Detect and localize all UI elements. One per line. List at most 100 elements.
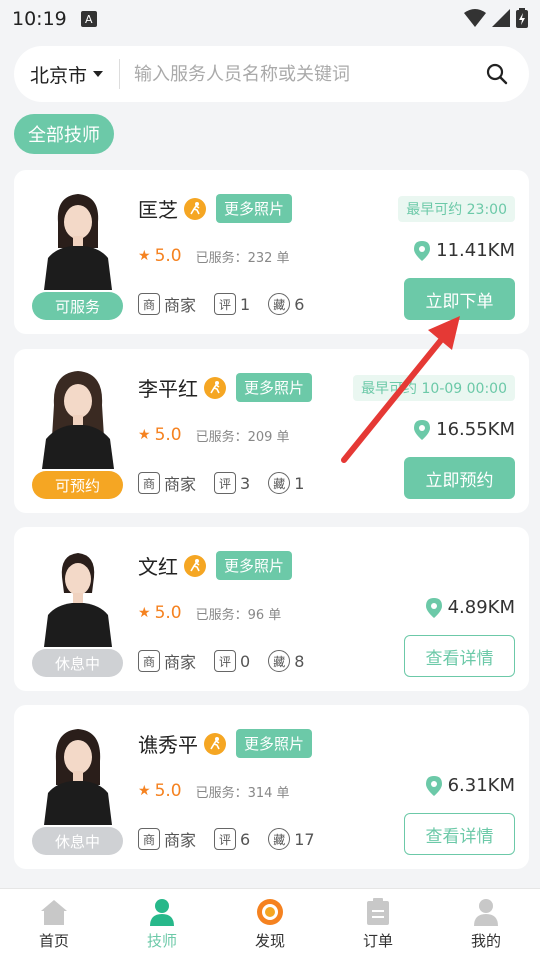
search-icon[interactable] bbox=[481, 58, 513, 90]
distance-value: 11.41KM bbox=[436, 240, 515, 261]
served-count: 已服务：96 单 bbox=[195, 607, 282, 623]
star-icon: ★ bbox=[138, 783, 151, 799]
star-icon: ★ bbox=[138, 427, 151, 443]
tab-technician[interactable]: 技师 bbox=[108, 889, 216, 960]
technician-avatar bbox=[36, 543, 120, 647]
status-time: 10:19 bbox=[12, 8, 67, 30]
status-icons bbox=[464, 8, 528, 28]
favorite-icon: 藏 bbox=[268, 828, 291, 850]
status-badge: 可服务 bbox=[32, 292, 123, 320]
review-icon: 评 bbox=[214, 828, 237, 850]
technician-card[interactable]: 休息中 谯秀平 更多照片 ★ 5.0 已服务：314 单 商 商家 评 6 藏 … bbox=[14, 705, 529, 869]
technician-name: 匡芝 bbox=[138, 198, 178, 222]
meta-row: 商 商家 评 6 藏 17 bbox=[138, 827, 315, 851]
earliest-available: 最早可约 10-09 00:00 bbox=[353, 375, 515, 401]
review-count: 3 bbox=[240, 473, 251, 493]
search-input[interactable] bbox=[134, 63, 481, 85]
tab-label: 首页 bbox=[38, 932, 69, 950]
search-bar: 北京市 bbox=[14, 46, 529, 102]
rating-value: 5.0 bbox=[154, 603, 182, 623]
orders-icon bbox=[367, 898, 389, 925]
signal-icon bbox=[492, 9, 510, 27]
bottom-tab-bar: 首页 技师 发现 订单 我的 bbox=[0, 888, 540, 960]
name-row: 谯秀平 更多照片 bbox=[138, 729, 313, 758]
review-icon: 评 bbox=[214, 472, 237, 494]
more-photos-button[interactable]: 更多照片 bbox=[236, 729, 313, 758]
favorite-count: 1 bbox=[294, 473, 305, 493]
merchant-icon: 商 bbox=[138, 472, 160, 494]
distance: 11.41KM bbox=[414, 240, 515, 261]
meta-row: 商 商家 评 3 藏 1 bbox=[138, 471, 304, 495]
status-badge: 休息中 bbox=[32, 649, 123, 677]
technician-card[interactable]: 可预约 李平红 更多照片 ★ 5.0 已服务：209 单 商 商家 评 3 藏 … bbox=[14, 349, 529, 513]
tab-orders[interactable]: 订单 bbox=[324, 889, 432, 960]
location-pin-icon bbox=[414, 240, 431, 261]
rating-row: ★ 5.0 已服务：209 单 bbox=[138, 425, 290, 445]
order-now-button[interactable]: 立即下单 bbox=[404, 278, 515, 320]
rating-value: 5.0 bbox=[154, 425, 182, 445]
location-pin-icon bbox=[414, 419, 431, 440]
merchant-icon: 商 bbox=[138, 650, 160, 672]
tab-label: 订单 bbox=[362, 932, 393, 950]
location-pin-icon bbox=[425, 775, 442, 796]
view-details-button[interactable]: 查看详情 bbox=[404, 813, 515, 855]
favorite-count: 8 bbox=[294, 651, 305, 671]
discover-icon bbox=[257, 899, 283, 925]
technician-name: 谯秀平 bbox=[138, 733, 198, 757]
tab-home[interactable]: 首页 bbox=[0, 889, 108, 960]
tab-discover[interactable]: 发现 bbox=[216, 889, 324, 960]
meta-row: 商 商家 评 0 藏 8 bbox=[138, 649, 304, 673]
caret-down-icon bbox=[93, 71, 104, 77]
more-photos-button[interactable]: 更多照片 bbox=[236, 373, 313, 402]
technician-name: 文红 bbox=[138, 555, 178, 579]
more-photos-button[interactable]: 更多照片 bbox=[216, 551, 293, 580]
profile-icon bbox=[474, 899, 498, 926]
technician-card[interactable]: 休息中 文红 更多照片 ★ 5.0 已服务：96 单 商 商家 评 0 藏 8 … bbox=[14, 527, 529, 691]
technician-icon bbox=[150, 899, 174, 926]
review-count: 6 bbox=[240, 829, 251, 849]
filter-all-technicians[interactable]: 全部技师 bbox=[14, 114, 114, 154]
tab-profile[interactable]: 我的 bbox=[432, 889, 540, 960]
technician-avatar bbox=[36, 186, 120, 290]
tab-label: 我的 bbox=[470, 932, 501, 950]
distance-value: 6.31KM bbox=[447, 775, 515, 796]
status-badge: 休息中 bbox=[32, 827, 123, 855]
name-row: 李平红 更多照片 bbox=[138, 373, 313, 402]
distance: 4.89KM bbox=[425, 597, 515, 618]
running-icon bbox=[204, 376, 226, 399]
technician-avatar bbox=[36, 365, 120, 469]
running-icon bbox=[184, 554, 206, 577]
merchant-label: 商家 bbox=[164, 296, 197, 315]
city-selector[interactable]: 北京市 bbox=[30, 59, 121, 89]
star-icon: ★ bbox=[138, 605, 151, 621]
technician-card[interactable]: 可服务 匡芝 更多照片 ★ 5.0 已服务：232 单 商 商家 评 1 藏 6… bbox=[14, 170, 529, 334]
status-badge: 可预约 bbox=[32, 471, 123, 499]
tab-label: 发现 bbox=[254, 932, 285, 950]
distance: 6.31KM bbox=[425, 775, 515, 796]
merchant-icon: 商 bbox=[138, 293, 160, 315]
location-pin-icon bbox=[425, 597, 442, 618]
star-icon: ★ bbox=[138, 248, 151, 264]
technician-avatar bbox=[36, 721, 120, 825]
distance-value: 4.89KM bbox=[447, 597, 515, 618]
review-icon: 评 bbox=[214, 293, 237, 315]
rating-row: ★ 5.0 已服务：232 单 bbox=[138, 246, 290, 266]
merchant-icon: 商 bbox=[138, 828, 160, 850]
favorite-icon: 藏 bbox=[268, 472, 291, 494]
favorite-count: 17 bbox=[294, 829, 315, 849]
rating-row: ★ 5.0 已服务：96 单 bbox=[138, 603, 281, 623]
technician-name: 李平红 bbox=[138, 377, 198, 401]
view-details-button[interactable]: 查看详情 bbox=[404, 635, 515, 677]
favorite-icon: 藏 bbox=[268, 650, 291, 672]
served-count: 已服务：314 单 bbox=[195, 785, 290, 801]
distance-value: 16.55KM bbox=[436, 419, 515, 440]
served-count: 已服务：209 单 bbox=[195, 429, 290, 445]
distance: 16.55KM bbox=[414, 419, 515, 440]
earliest-available: 最早可约 23:00 bbox=[398, 196, 515, 222]
city-label: 北京市 bbox=[30, 64, 88, 87]
merchant-label: 商家 bbox=[164, 831, 197, 850]
favorite-count: 6 bbox=[294, 294, 305, 314]
battery-icon bbox=[516, 8, 528, 28]
more-photos-button[interactable]: 更多照片 bbox=[216, 194, 293, 223]
book-now-button[interactable]: 立即预约 bbox=[404, 457, 515, 499]
